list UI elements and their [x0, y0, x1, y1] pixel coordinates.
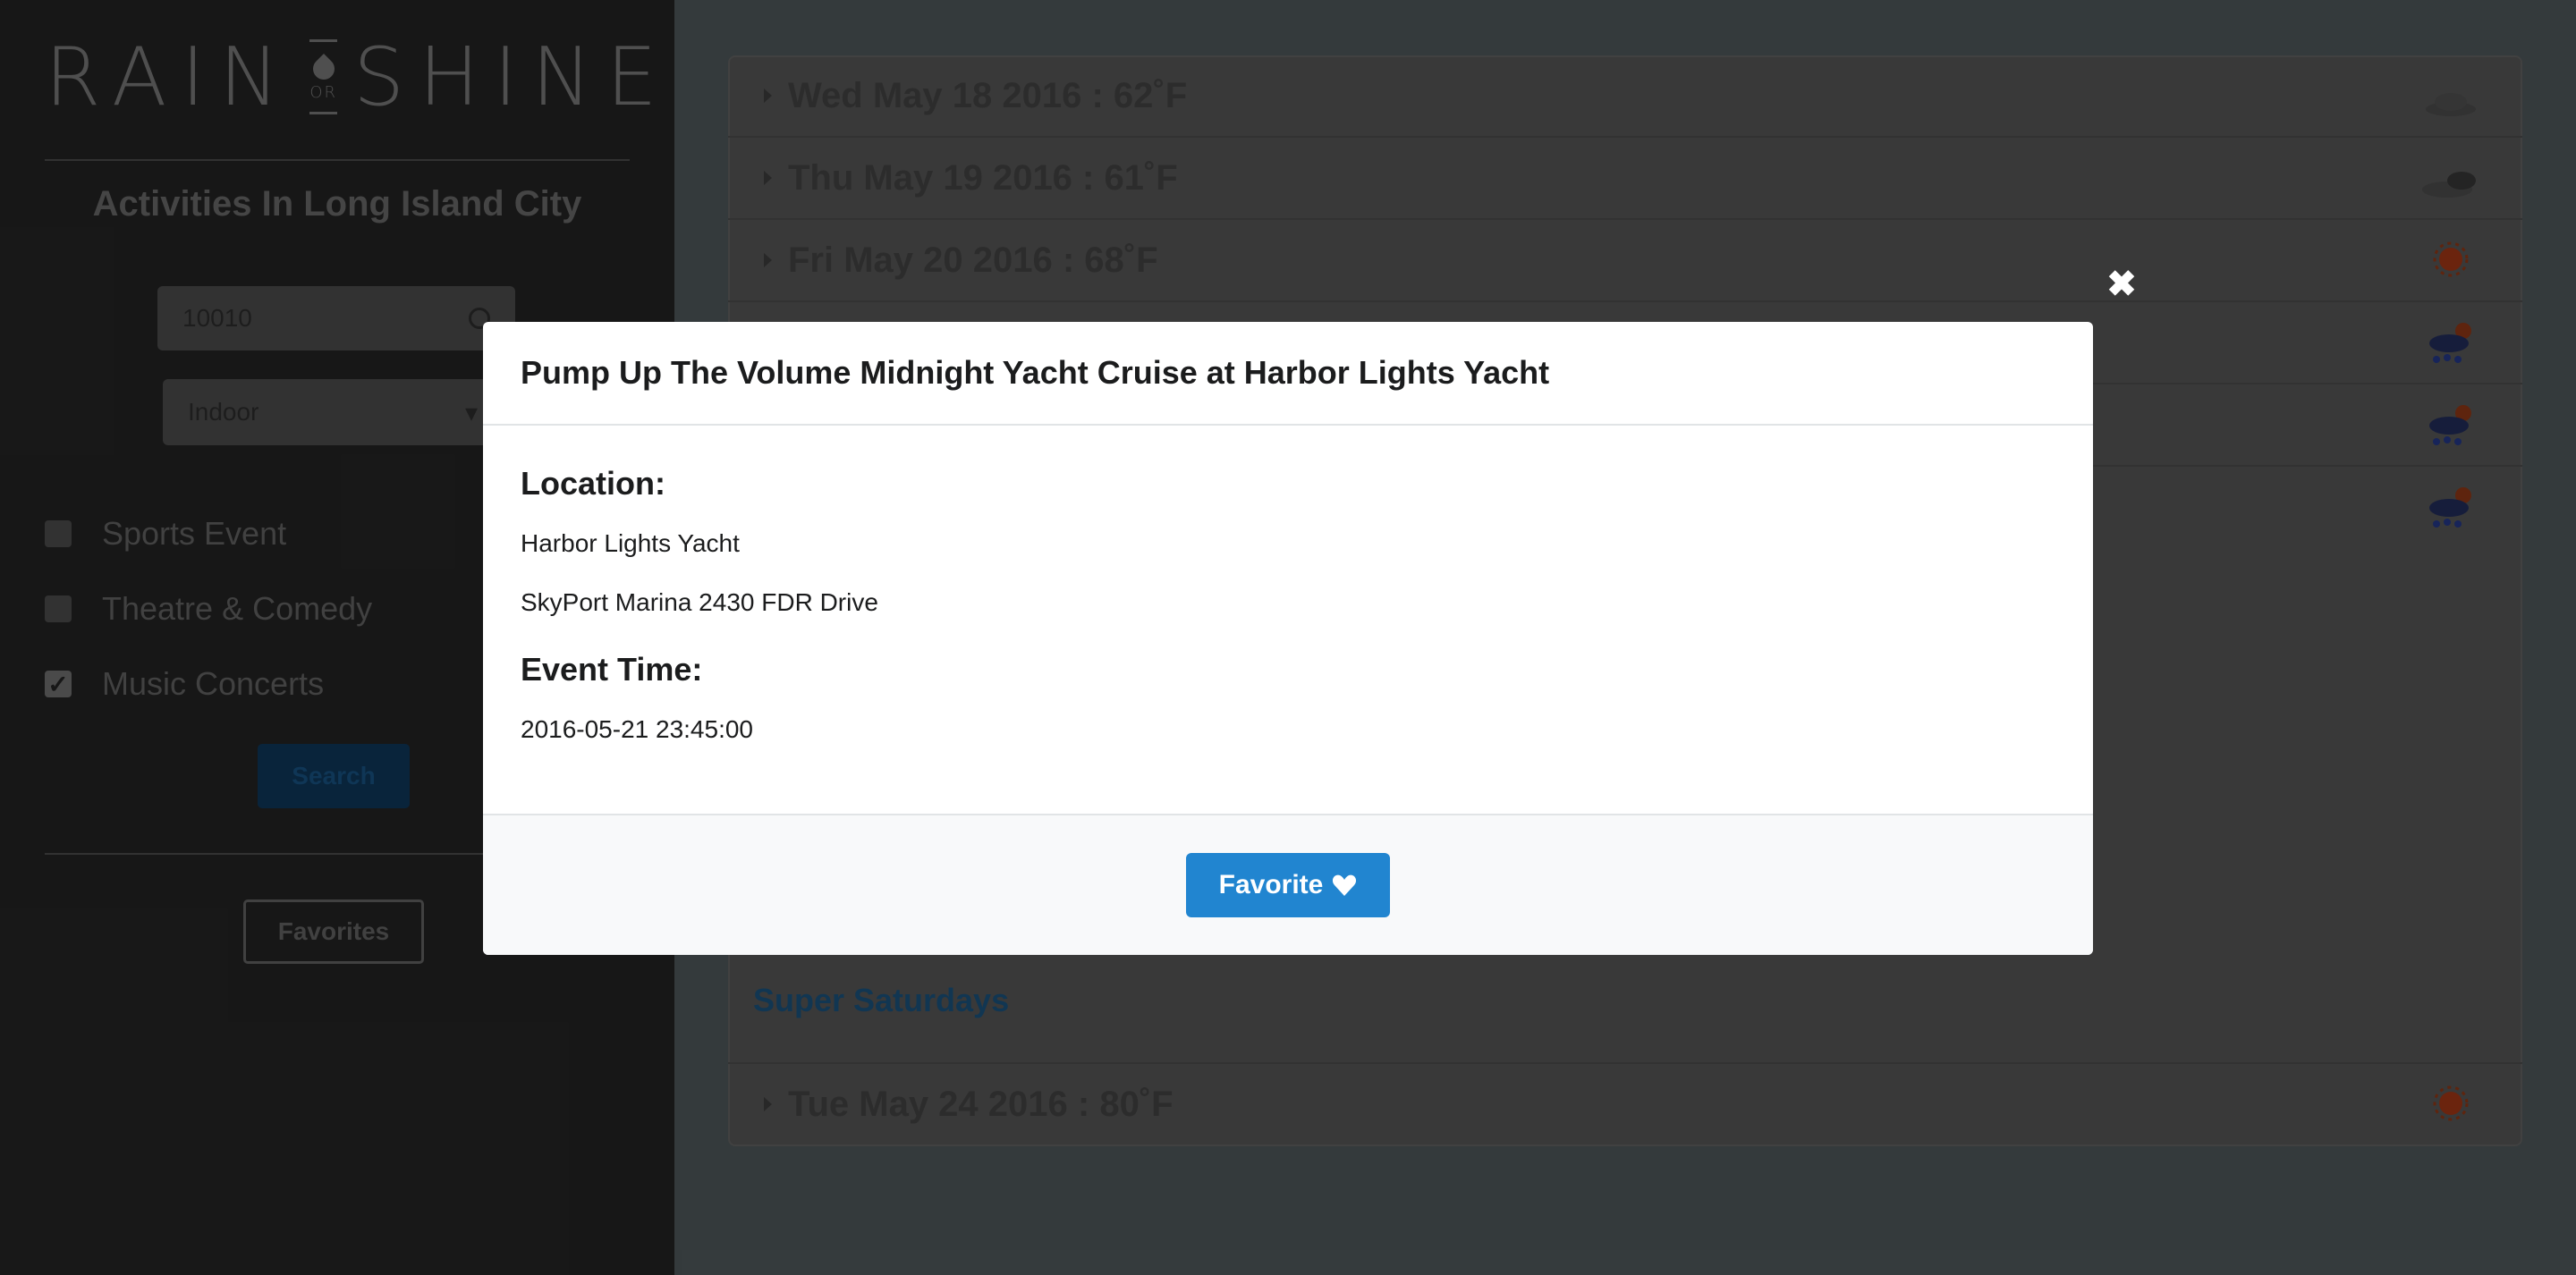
favorite-button[interactable]: Favorite	[1186, 853, 1390, 917]
modal-footer: Favorite	[483, 814, 2093, 955]
event-modal: Pump Up The Volume Midnight Yacht Cruise…	[483, 322, 2093, 955]
modal-body: Location: Harbor Lights Yacht SkyPort Ma…	[483, 426, 2093, 747]
modal-title: Pump Up The Volume Midnight Yacht Cruise…	[483, 322, 2093, 426]
location-heading: Location:	[521, 465, 665, 502]
close-icon[interactable]: ✖	[2106, 266, 2138, 302]
favorite-label: Favorite	[1218, 870, 1324, 899]
time-heading: Event Time:	[521, 651, 703, 688]
venue-address: SkyPort Marina 2430 FDR Drive	[521, 588, 878, 616]
heart-icon	[1333, 874, 1357, 896]
event-time: 2016-05-21 23:45:00	[521, 715, 753, 743]
venue-name: Harbor Lights Yacht	[521, 529, 740, 557]
